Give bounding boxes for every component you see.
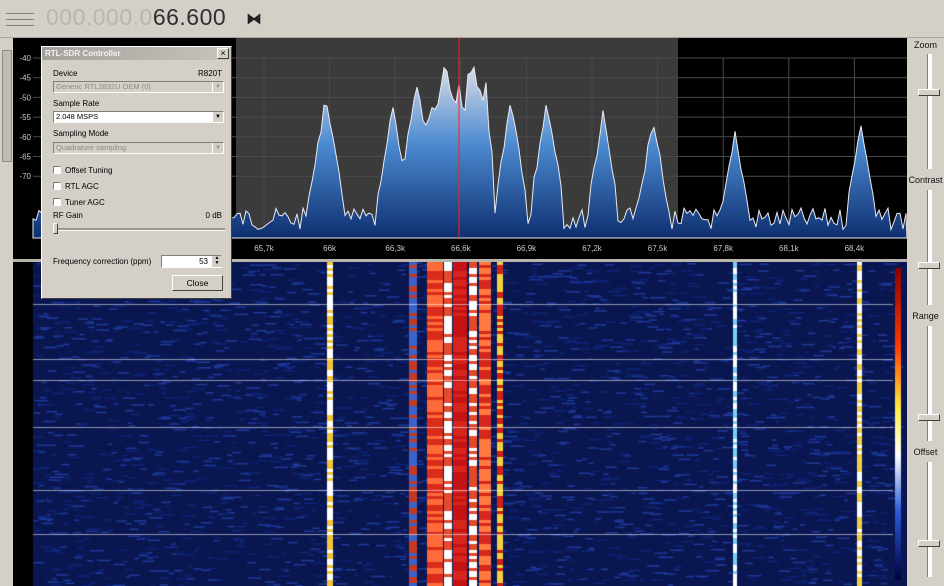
range-slider[interactable]	[927, 326, 932, 441]
sampling-mode-value: Quadrature sampling	[56, 143, 127, 152]
chevron-down-icon: ▼	[212, 143, 223, 153]
menu-icon[interactable]	[4, 8, 36, 28]
offset-slider[interactable]	[927, 462, 932, 577]
sample-rate-select[interactable]: 2.048 MSPS ▼	[53, 111, 224, 123]
range-label: Range	[912, 311, 939, 321]
offset-tuning-checkbox[interactable]	[53, 166, 61, 174]
db-tick-label: -45	[19, 74, 31, 83]
tuner-agc-label: Tuner AGC	[65, 198, 105, 207]
db-tick-label: -70	[19, 172, 31, 181]
frequency-tick-label: 66k	[323, 244, 337, 253]
scroll-thumb[interactable]	[2, 50, 12, 162]
close-button[interactable]: Close	[172, 275, 223, 291]
contrast-label: Contrast	[908, 175, 943, 185]
rf-gain-label: RF Gain	[53, 211, 83, 220]
zoom-slider[interactable]	[927, 54, 932, 169]
frequency-tick-label: 67,2k	[582, 244, 603, 253]
db-tick-label: -60	[19, 133, 31, 142]
chevron-down-icon[interactable]: ▼	[212, 112, 223, 122]
toolbar: 000.000.066.600 ⧓	[0, 0, 944, 38]
sampling-mode-select: Quadrature sampling ▼	[53, 142, 224, 154]
db-tick-label: -40	[19, 54, 31, 63]
frequency-correction-label: Frequency correction (ppm)	[53, 257, 152, 266]
rtl-sdr-controller-dialog: RTL-SDR Controller × Device R820T Generi…	[41, 46, 232, 299]
frequency-display[interactable]: 000.000.066.600	[46, 4, 226, 31]
tuner-agc-checkbox[interactable]	[53, 198, 61, 206]
contrast-slider-thumb[interactable]	[918, 262, 940, 269]
rtl-agc-label: RTL AGC	[65, 182, 99, 191]
left-scrollbar[interactable]	[0, 38, 14, 586]
device-select: Generic RTL2832U OEM (0) ▼	[53, 81, 224, 93]
offset-label: Offset	[913, 447, 938, 457]
db-tick-label: -50	[19, 93, 31, 102]
frequency-axis: 65,7k 66k 66,3k 66,6k 66,9k 67,2k 67,5k 67,8k 68…	[254, 244, 865, 253]
frequency-tick-label: 68,1k	[779, 244, 800, 253]
sample-rate-value: 2.048 MSPS	[56, 112, 99, 121]
db-tick-label: -55	[19, 113, 31, 122]
frequency-tick-label: 67,8k	[713, 244, 734, 253]
contrast-slider[interactable]	[927, 190, 932, 305]
frequency-tick-label: 66,6k	[451, 244, 472, 253]
frequency-tick-label: 66,9k	[517, 244, 538, 253]
db-axis: -40 -45 -50 -55 -60 -65 -70	[19, 54, 31, 181]
zoom-slider-thumb[interactable]	[918, 89, 940, 96]
frequency-tick-label: 67,5k	[648, 244, 669, 253]
rf-gain-value: 0 dB	[205, 211, 222, 220]
db-tick-label: -65	[19, 153, 31, 162]
display-settings-panel: Zoom Contrast Range Offset	[907, 38, 944, 586]
range-slider-thumb[interactable]	[918, 414, 940, 421]
rtl-agc-checkbox[interactable]	[53, 182, 61, 190]
dialog-close-icon[interactable]: ×	[217, 48, 229, 59]
frequency-active-digits: 66.600	[152, 4, 227, 30]
offset-slider-thumb[interactable]	[918, 540, 940, 547]
frequency-tick-label: 66,3k	[385, 244, 406, 253]
rf-gain-slider[interactable]	[55, 228, 225, 231]
tuner-type: R820T	[197, 69, 222, 78]
frequency-tick-label: 65,7k	[254, 244, 275, 253]
zoom-label: Zoom	[913, 40, 937, 50]
sampling-mode-label: Sampling Mode	[53, 129, 109, 138]
device-label: Device	[53, 69, 78, 78]
sample-rate-label: Sample Rate	[53, 99, 100, 108]
rf-gain-slider-thumb[interactable]	[53, 223, 58, 234]
device-select-value: Generic RTL2832U OEM (0)	[56, 82, 151, 91]
chevron-down-icon: ▼	[212, 82, 223, 92]
dialog-title[interactable]: RTL-SDR Controller	[42, 47, 231, 60]
frequency-correction-spinner[interactable]: ▲ ▼	[212, 256, 222, 267]
offset-tuning-label: Offset Tuning	[65, 166, 113, 175]
frequency-leading-digits: 000.000.0	[46, 4, 153, 30]
waterfall-display[interactable]	[13, 262, 907, 586]
frequency-shift-icon[interactable]: ⧓	[246, 9, 262, 29]
frequency-tick-label: 68,4k	[845, 244, 866, 253]
